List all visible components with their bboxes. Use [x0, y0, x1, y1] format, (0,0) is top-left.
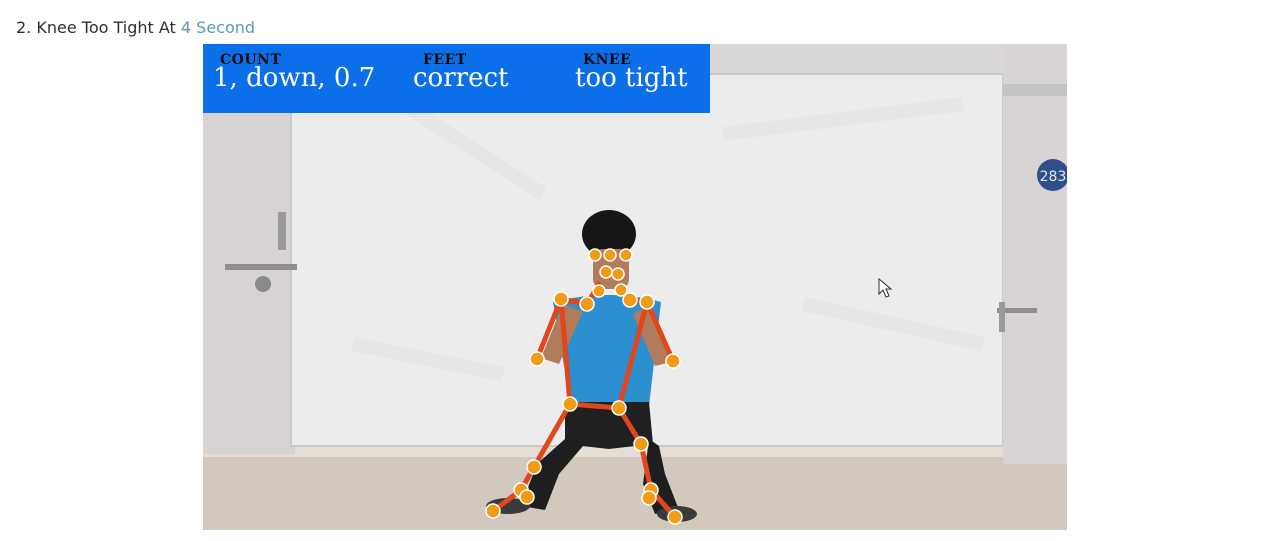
keypoint: [588, 248, 602, 262]
keypoint: [641, 490, 657, 506]
keypoint: [526, 459, 542, 475]
keypoint: [665, 353, 681, 369]
keypoint: [599, 265, 613, 279]
keypoint: [553, 291, 569, 307]
keypoint: [562, 396, 578, 412]
status-overlay: COUNT 1, down, 0.7 FEET correct KNEE too…: [203, 44, 710, 113]
pose-video-frame: 283 COUNT 1, down, 0.7 FEET correct KNEE…: [203, 44, 1067, 530]
keypoint: [592, 284, 606, 298]
keypoint: [485, 503, 501, 519]
keypoint: [603, 248, 617, 262]
knee-value: too tight: [575, 63, 688, 93]
keypoint: [619, 248, 633, 262]
wall-number-text: 283: [1040, 169, 1067, 185]
keypoint: [639, 294, 655, 310]
keypoint: [611, 400, 627, 416]
keypoint: [519, 489, 535, 505]
keypoint: [611, 267, 625, 281]
keypoint: [622, 292, 638, 308]
keypoint: [633, 436, 649, 452]
keypoint: [667, 509, 683, 525]
feet-value: correct: [413, 63, 509, 93]
count-value: 1, down, 0.7: [213, 63, 376, 93]
keypoint: [579, 296, 595, 312]
caption-prefix: 2. Knee Too Tight At: [16, 18, 181, 37]
section-caption: 2. Knee Too Tight At 4 Second: [16, 16, 255, 40]
caption-time-highlight: 4 Second: [180, 18, 256, 37]
scene-image: 283: [203, 44, 1067, 530]
keypoint: [529, 351, 545, 367]
